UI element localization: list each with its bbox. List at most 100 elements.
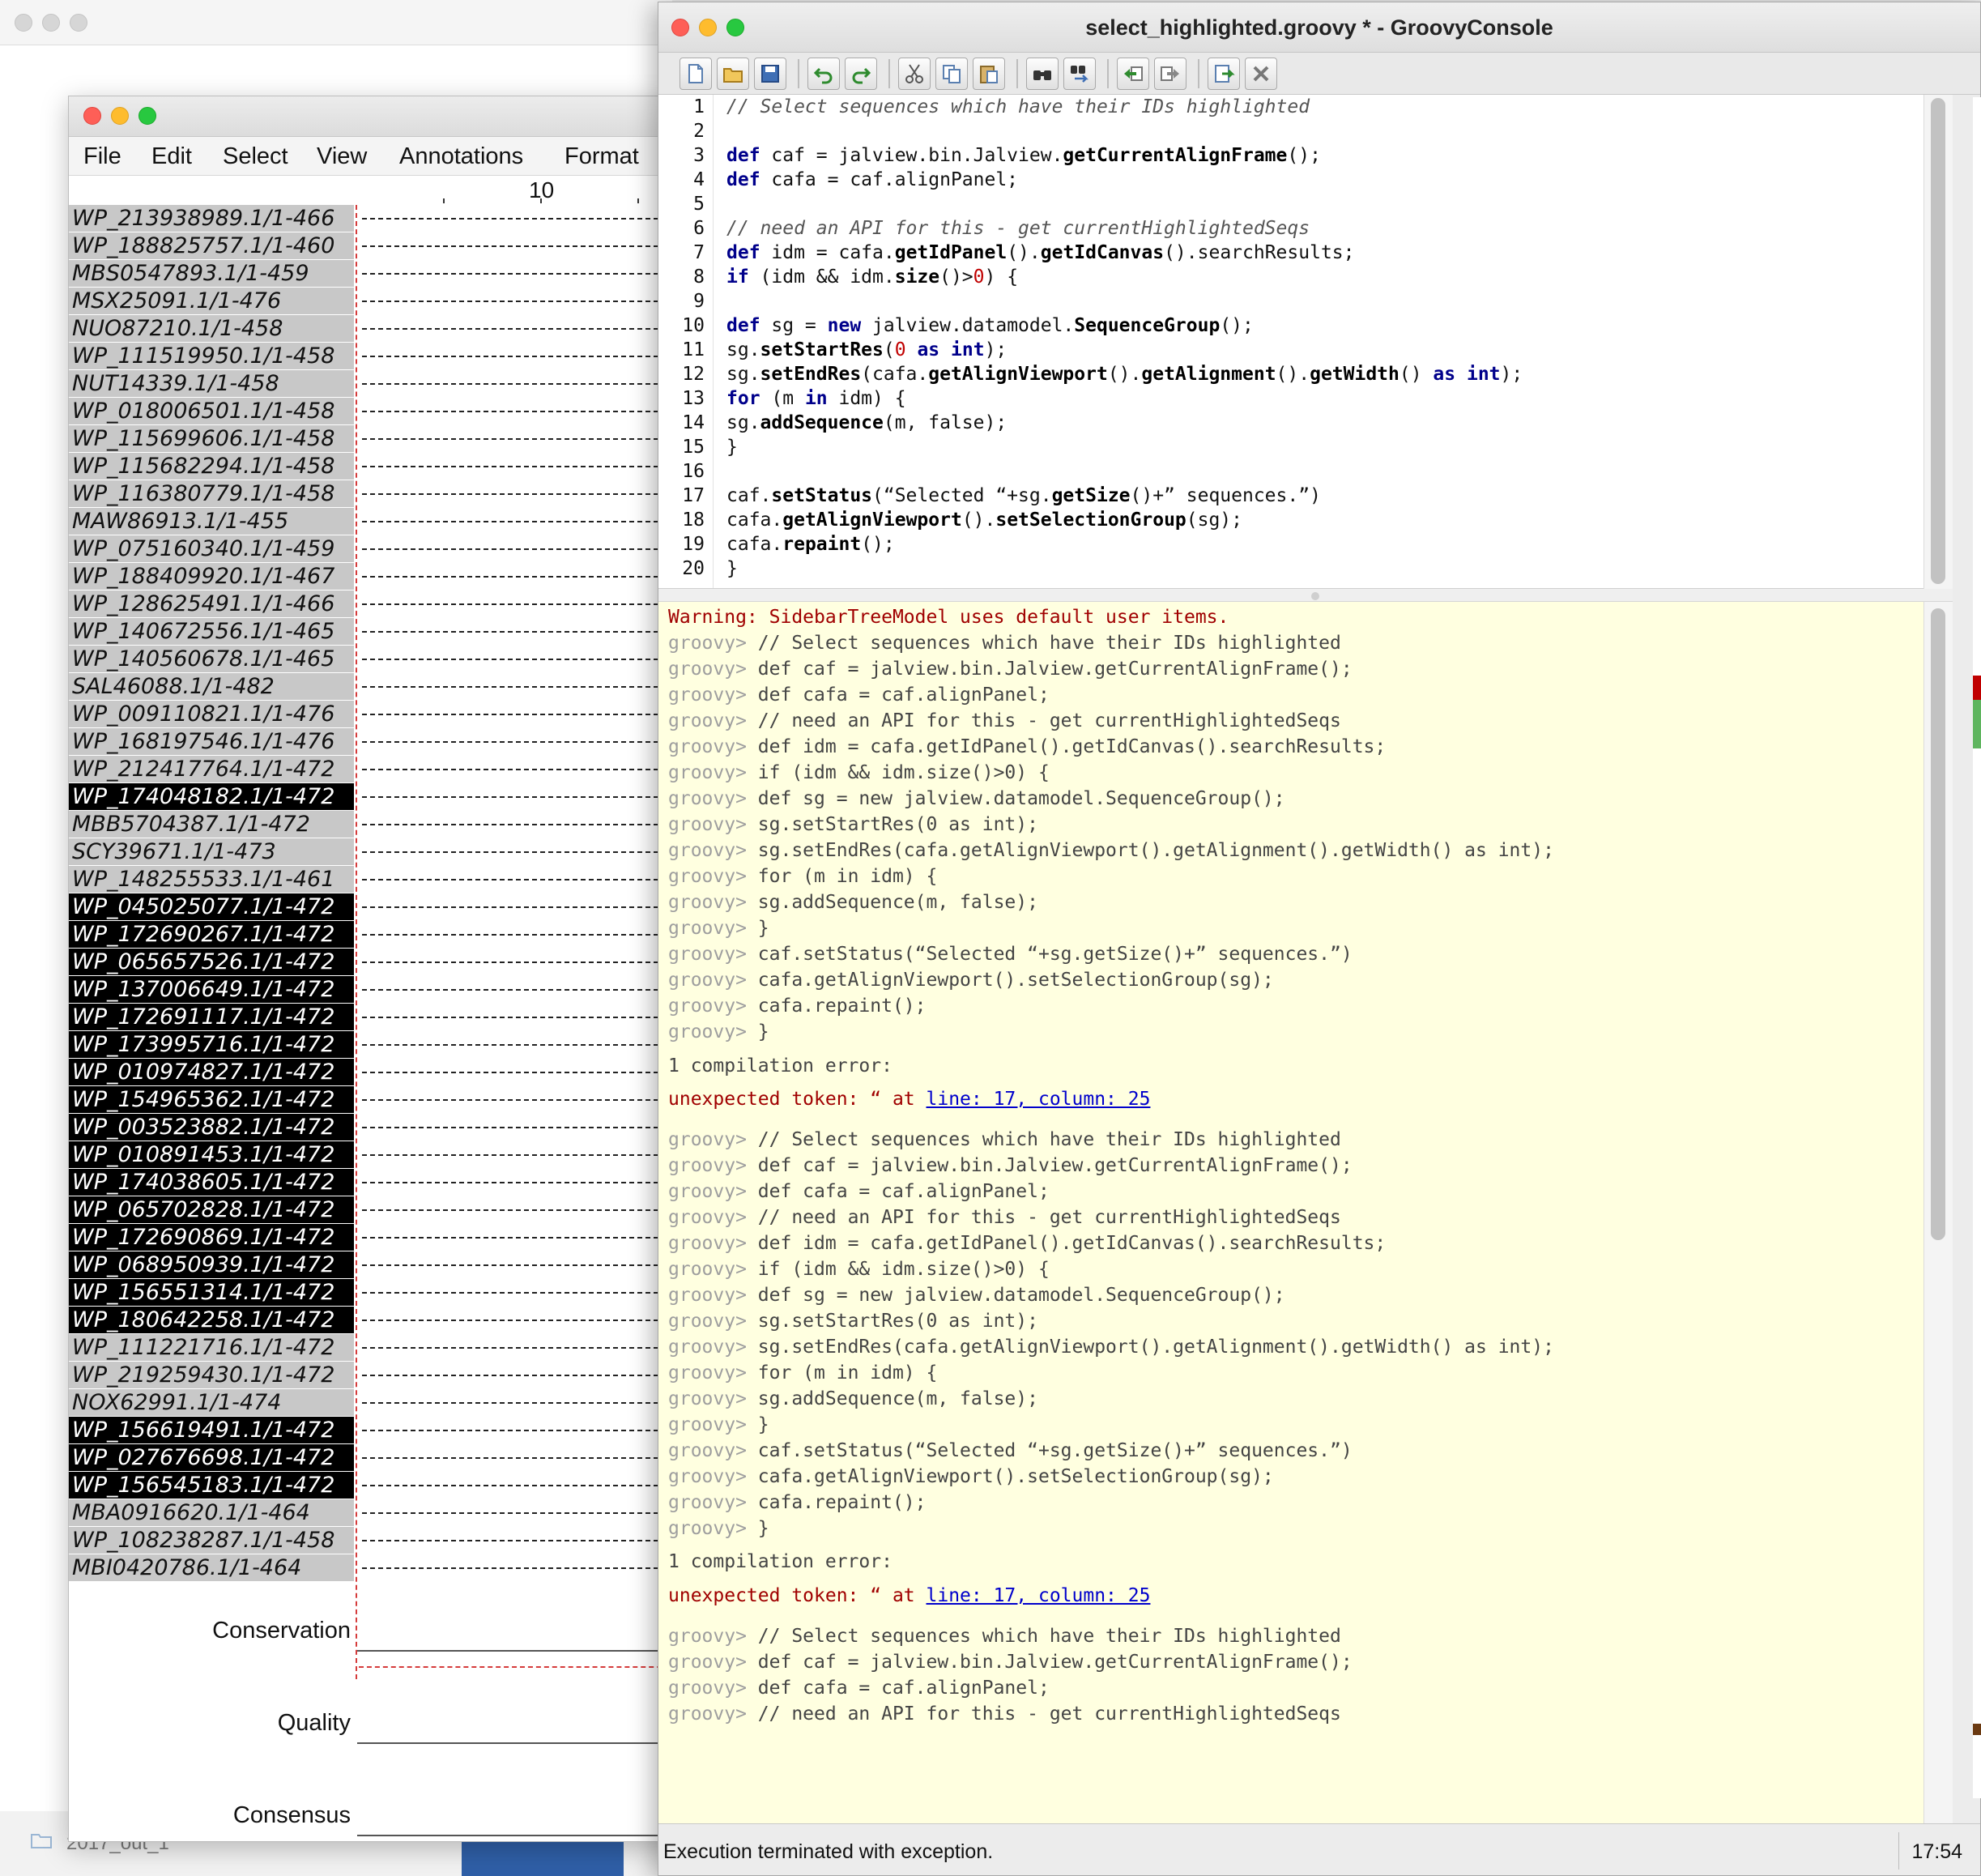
jalview-minimize-button[interactable] xyxy=(111,107,129,125)
find-button[interactable] xyxy=(1026,58,1059,90)
error-location-link[interactable]: line: 17, column: 25 xyxy=(927,1585,1151,1606)
sequence-id[interactable]: WP_156619491.1/1-472 xyxy=(69,1417,354,1443)
menu-annotations[interactable]: Annotations xyxy=(399,143,523,170)
sequence-row[interactable] xyxy=(359,1362,683,1388)
code-line[interactable]: if (idm && idm.size()>0) { xyxy=(726,266,1018,288)
annotation-label-consensus[interactable]: Consensus xyxy=(92,1802,351,1829)
sequence-id[interactable]: WP_188825757.1/1-460 xyxy=(69,232,354,259)
sequence-row[interactable] xyxy=(359,370,683,397)
sequence-id[interactable]: WP_212417764.1/1-472 xyxy=(69,756,354,782)
sequence-id[interactable]: WP_188409920.1/1-467 xyxy=(69,563,354,590)
sequence-id[interactable]: SAL46088.1/1-482 xyxy=(69,673,354,700)
sequence-id[interactable]: NUO87210.1/1-458 xyxy=(69,315,354,342)
sequence-id[interactable]: WP_172691117.1/1-472 xyxy=(69,1004,354,1030)
sequence-row[interactable] xyxy=(359,811,683,838)
code-line[interactable]: } xyxy=(726,437,738,458)
redo-button[interactable] xyxy=(845,58,877,90)
sequence-row[interactable] xyxy=(359,1114,683,1141)
sequence-row[interactable] xyxy=(359,1334,683,1361)
sequence-id[interactable]: WP_172690267.1/1-472 xyxy=(69,921,354,948)
sequence-row[interactable] xyxy=(359,646,683,672)
editor-scrollbar[interactable] xyxy=(1923,95,1953,589)
sequence-id[interactable]: MBS0547893.1/1-459 xyxy=(69,260,354,287)
sequence-row[interactable] xyxy=(359,315,683,342)
jalview-zoom-button[interactable] xyxy=(138,107,156,125)
sequence-row[interactable] xyxy=(359,1417,683,1443)
annotation-label-quality[interactable]: Quality xyxy=(92,1710,351,1737)
open-file-button[interactable] xyxy=(717,58,749,90)
cut-button[interactable] xyxy=(898,58,931,90)
sequence-id[interactable]: WP_010891453.1/1-472 xyxy=(69,1141,354,1168)
menu-view[interactable]: View xyxy=(317,143,367,170)
code-line[interactable]: sg.setStartRes(0 as int); xyxy=(726,339,1007,360)
sequence-id[interactable]: WP_068950939.1/1-472 xyxy=(69,1251,354,1278)
annotation-label-conservation[interactable]: Conservation xyxy=(92,1618,351,1644)
output-scrollbar[interactable] xyxy=(1923,602,1953,1823)
code-line[interactable]: def idm = cafa.getIdPanel().getIdCanvas(… xyxy=(726,242,1354,263)
sequence-row[interactable] xyxy=(359,728,683,755)
sequence-row[interactable] xyxy=(359,1307,683,1333)
sequence-row[interactable] xyxy=(359,1086,683,1113)
code-editor[interactable]: 1 2 3 4 5 6 7 8 9 10 11 12 13 14 15 16 17 18 19 20 // Selec… xyxy=(658,95,1953,589)
sequence-id[interactable]: WP_148255533.1/1-461 xyxy=(69,866,354,893)
sequence-id[interactable]: MBB5704387.1/1-472 xyxy=(69,811,354,838)
code-line[interactable]: caf.setStatus(“Selected “+sg.getSize()+”… xyxy=(726,485,1321,506)
sequence-id[interactable]: WP_010974827.1/1-472 xyxy=(69,1059,354,1085)
sequence-row[interactable] xyxy=(359,480,683,507)
sequence-id[interactable]: WP_018006501.1/1-458 xyxy=(69,398,354,424)
sequence-id[interactable]: WP_111519950.1/1-458 xyxy=(69,343,354,369)
code-line[interactable]: sg.setEndRes(cafa.getAlignViewport().get… xyxy=(726,364,1523,385)
code-line[interactable]: sg.addSequence(m, false); xyxy=(726,412,1007,433)
code-line[interactable]: cafa.repaint(); xyxy=(726,534,895,555)
sequence-id[interactable]: WP_116380779.1/1-458 xyxy=(69,480,354,507)
sequence-row[interactable] xyxy=(359,1499,683,1526)
id-panel-divider[interactable] xyxy=(356,205,357,1679)
sequence-id[interactable]: MSX25091.1/1-476 xyxy=(69,288,354,314)
sequence-row[interactable] xyxy=(359,1196,683,1223)
code-line[interactable]: // need an API for this - get currentHig… xyxy=(726,218,1310,239)
sequence-row[interactable] xyxy=(359,453,683,480)
replace-button[interactable] xyxy=(1063,58,1096,90)
editor-scrollbar-thumb[interactable] xyxy=(1931,98,1945,584)
sequence-id[interactable]: WP_174048182.1/1-472 xyxy=(69,783,354,810)
sequence-row[interactable] xyxy=(359,232,683,259)
sequence-id[interactable]: WP_115699606.1/1-458 xyxy=(69,425,354,452)
sequence-id[interactable]: WP_111221716.1/1-472 xyxy=(69,1334,354,1361)
sequence-id[interactable]: WP_075160340.1/1-459 xyxy=(69,535,354,562)
sequence-id[interactable]: WP_065702828.1/1-472 xyxy=(69,1196,354,1223)
sequence-row[interactable] xyxy=(359,1389,683,1416)
sequence-row[interactable] xyxy=(359,563,683,590)
sequence-id[interactable]: SCY39671.1/1-473 xyxy=(69,838,354,865)
sequence-row[interactable] xyxy=(359,591,683,617)
history-back-button[interactable] xyxy=(1117,58,1149,90)
sequence-row[interactable] xyxy=(359,1251,683,1278)
sequence-id[interactable]: WP_140672556.1/1-465 xyxy=(69,618,354,645)
sequence-row[interactable] xyxy=(359,1527,683,1554)
menu-edit[interactable]: Edit xyxy=(151,143,192,170)
sequence-row[interactable] xyxy=(359,866,683,893)
code-line[interactable]: def sg = new jalview.datamodel.SequenceG… xyxy=(726,315,1254,336)
new-file-button[interactable] xyxy=(680,58,712,90)
sequence-id[interactable]: WP_065657526.1/1-472 xyxy=(69,949,354,975)
sequence-id[interactable]: WP_003523882.1/1-472 xyxy=(69,1114,354,1141)
sequence-row[interactable] xyxy=(359,1059,683,1085)
code-line[interactable]: def caf = jalview.bin.Jalview.getCurrent… xyxy=(726,145,1321,166)
sequence-row[interactable] xyxy=(359,701,683,727)
sequence-id[interactable]: MBI0420786.1/1-464 xyxy=(69,1554,354,1581)
sequence-id[interactable]: WP_137006649.1/1-472 xyxy=(69,976,354,1003)
sequence-id[interactable]: WP_173995716.1/1-472 xyxy=(69,1031,354,1058)
paste-button[interactable] xyxy=(973,58,1005,90)
sequence-row[interactable] xyxy=(359,343,683,369)
sequence-row[interactable] xyxy=(359,398,683,424)
code-line[interactable]: def cafa = caf.alignPanel; xyxy=(726,169,1018,190)
sequence-id[interactable]: NOX62991.1/1-474 xyxy=(69,1389,354,1416)
sequence-id[interactable]: WP_009110821.1/1-476 xyxy=(69,701,354,727)
code-line[interactable]: } xyxy=(726,558,738,579)
sequence-id[interactable]: WP_128625491.1/1-466 xyxy=(69,591,354,617)
sequence-row[interactable] xyxy=(359,1169,683,1196)
sequence-row[interactable] xyxy=(359,205,683,232)
sequence-id[interactable]: NUT14339.1/1-458 xyxy=(69,370,354,397)
sequence-row[interactable] xyxy=(359,893,683,920)
sequence-row[interactable] xyxy=(359,1444,683,1471)
sequence-row[interactable] xyxy=(359,1554,683,1581)
